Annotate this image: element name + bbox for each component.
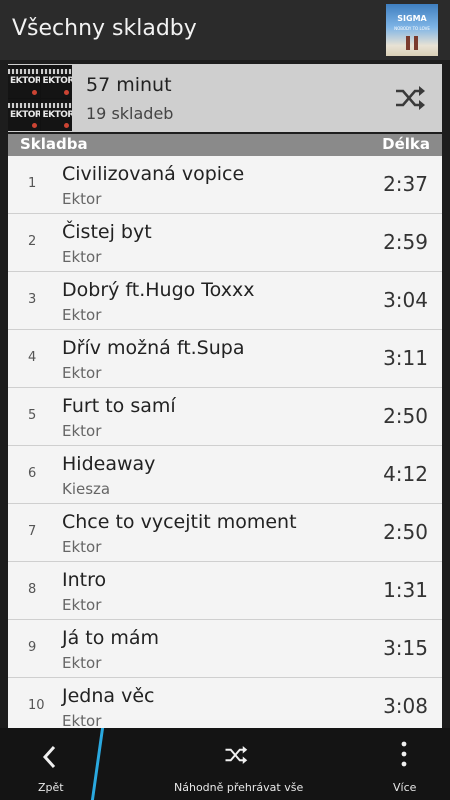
track-artist: Ektor — [62, 364, 102, 382]
album-art-text: EKTOR — [42, 76, 73, 86]
art-figure — [414, 36, 418, 50]
now-playing-art-brand: SIGMA — [397, 14, 427, 23]
track-artist: Ektor — [62, 248, 102, 266]
track-artist: Ektor — [62, 422, 102, 440]
shuffle-all-label: Náhodně přehrávat vše — [174, 781, 304, 794]
art-figure — [406, 36, 410, 50]
track-length: 2:37 — [383, 172, 428, 196]
track-title: Intro — [62, 569, 107, 591]
shuffle-icon — [225, 746, 248, 764]
art-dot — [64, 89, 69, 95]
column-header: Skladba Délka — [8, 134, 442, 156]
track-row[interactable]: 5 Furt to samí Ektor 2:50 — [8, 388, 442, 446]
art-stripe — [8, 102, 40, 108]
track-number: 10 — [28, 698, 45, 713]
track-title: Dobrý ft.Hugo Toxxx — [62, 279, 255, 301]
track-artist: Ektor — [62, 190, 102, 208]
album-art-tile: EKTOR — [8, 65, 40, 98]
album-art-grid: EKTOR EKTOR EKTOR EKTOR — [8, 65, 72, 131]
title-bar: Všechny skladby SIGMA NOBODY TO LOVE — [0, 0, 450, 60]
track-length: 2:50 — [383, 520, 428, 544]
more-button[interactable]: Více — [380, 728, 440, 800]
track-number: 1 — [28, 176, 37, 191]
track-length: 3:04 — [383, 288, 428, 312]
art-stripe — [40, 69, 72, 74]
shuffle-all-button[interactable]: Náhodně přehrávat vše — [160, 728, 310, 800]
track-length: 3:15 — [383, 636, 428, 660]
track-count: 19 skladeb — [86, 104, 174, 123]
track-artist: Ektor — [62, 538, 102, 556]
track-length: 4:12 — [383, 462, 428, 486]
track-row[interactable]: 8 Intro Ektor 1:31 — [8, 562, 442, 620]
track-number: 9 — [28, 640, 37, 655]
now-playing-art-subtitle: NOBODY TO LOVE — [394, 26, 430, 31]
column-length[interactable]: Délka — [382, 135, 430, 153]
track-number: 5 — [28, 408, 37, 423]
back-label: Zpět — [38, 781, 64, 794]
track-list[interactable]: 1 Civilizovaná vopice Ektor 2:37 2 Čiste… — [8, 156, 442, 728]
track-artist: Ektor — [62, 712, 102, 728]
track-length: 2:59 — [383, 230, 428, 254]
track-length: 2:50 — [383, 404, 428, 428]
track-length: 1:31 — [383, 578, 428, 602]
track-title: Civilizovaná vopice — [62, 163, 245, 185]
track-number: 3 — [28, 292, 37, 307]
track-row[interactable]: 3 Dobrý ft.Hugo Toxxx Ektor 3:04 — [8, 272, 442, 330]
album-art-text: EKTOR — [10, 109, 40, 120]
action-bar: Zpět Náhodně přehrávat vše Více — [0, 728, 450, 800]
album-art-text: EKTOR — [10, 76, 40, 86]
album-art-tile: EKTOR — [40, 65, 73, 98]
column-track[interactable]: Skladba — [20, 135, 88, 153]
track-number: 2 — [28, 234, 37, 249]
track-artist: Kiesza — [62, 480, 111, 498]
art-dot — [31, 89, 37, 95]
track-title: Chce to vycejtit moment — [62, 511, 297, 533]
art-stripe — [8, 69, 40, 74]
track-title: Čistej byt — [62, 221, 152, 243]
chevron-left-icon — [42, 745, 56, 769]
track-number: 4 — [28, 350, 37, 365]
now-playing-album-art[interactable]: SIGMA NOBODY TO LOVE — [386, 4, 438, 56]
track-row[interactable]: 1 Civilizovaná vopice Ektor 2:37 — [8, 156, 442, 214]
album-art-tile: EKTOR — [40, 98, 73, 131]
track-number: 8 — [28, 582, 37, 597]
shuffle-icon[interactable] — [394, 84, 426, 112]
track-number: 7 — [28, 524, 37, 539]
album-art-text: EKTOR — [42, 109, 73, 120]
track-title: Furt to samí — [62, 395, 176, 417]
total-duration: 57 minut — [86, 74, 172, 96]
page-title: Všechny skladby — [12, 16, 197, 41]
track-row[interactable]: 9 Já to mám Ektor 3:15 — [8, 620, 442, 678]
track-title: Já to mám — [62, 627, 160, 649]
album-art-tile: EKTOR — [8, 98, 40, 131]
track-row[interactable]: 7 Chce to vycejtit moment Ektor 2:50 — [8, 504, 442, 562]
album-summary: EKTOR EKTOR EKTOR EKTOR 57 minut 19 skla… — [8, 64, 442, 132]
more-label: Více — [393, 781, 417, 794]
track-title: Hideaway — [62, 453, 156, 475]
track-row[interactable]: 2 Čistej byt Ektor 2:59 — [8, 214, 442, 272]
track-artist: Ektor — [62, 596, 102, 614]
back-button[interactable]: Zpět — [0, 728, 96, 800]
more-vertical-icon — [401, 741, 407, 767]
track-title: Jedna věc — [62, 685, 155, 707]
track-row[interactable]: 4 Dřív možná ft.Supa Ektor 3:11 — [8, 330, 442, 388]
track-title: Dřív možná ft.Supa — [62, 337, 245, 359]
track-number: 6 — [28, 466, 37, 481]
track-artist: Ektor — [62, 654, 102, 672]
art-dot — [31, 123, 37, 128]
track-row[interactable]: 6 Hideaway Kiesza 4:12 — [8, 446, 442, 504]
track-row[interactable]: 10 Jedna věc Ektor 3:08 — [8, 678, 442, 728]
track-length: 3:11 — [383, 346, 428, 370]
track-length: 3:08 — [383, 694, 428, 718]
track-artist: Ektor — [62, 306, 102, 324]
art-dot — [64, 123, 69, 128]
art-stripe — [40, 102, 72, 108]
